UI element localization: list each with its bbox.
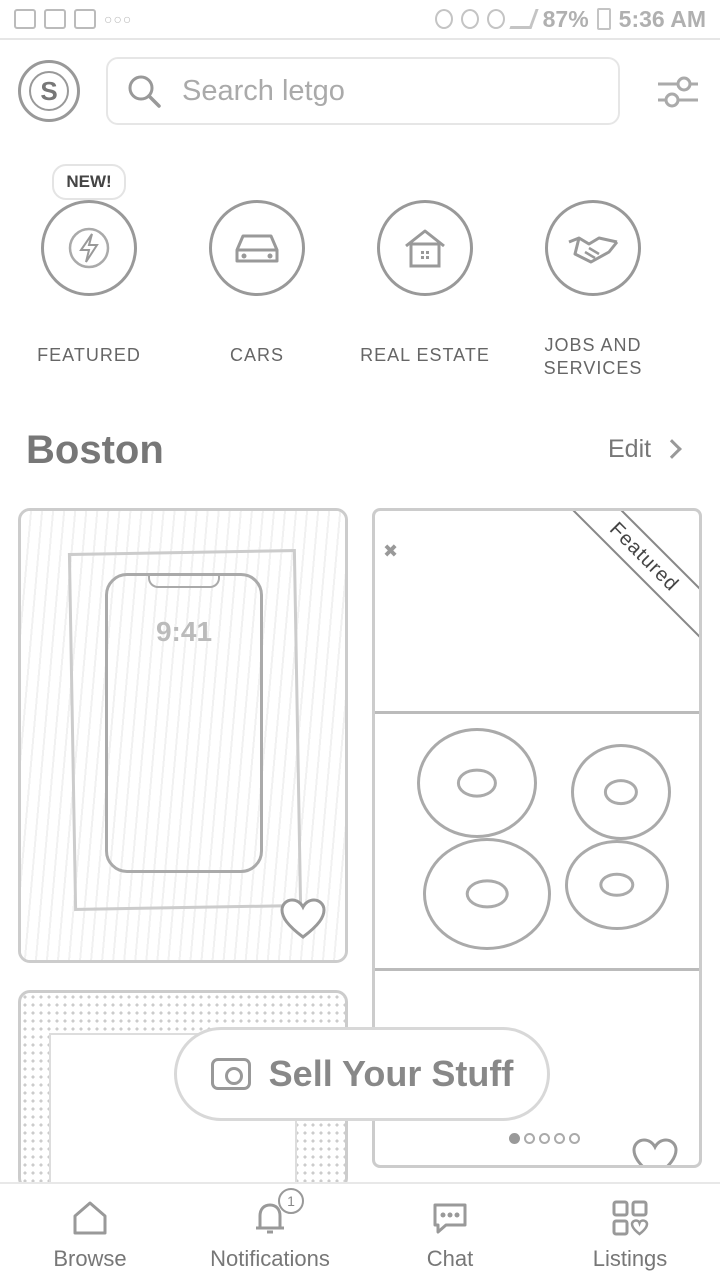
edit-location-button[interactable]: Edit — [608, 432, 682, 466]
search-bar[interactable] — [106, 57, 620, 125]
grid-heart-icon — [612, 1200, 649, 1236]
phone-illustration: 9:41 — [105, 573, 263, 873]
donut — [417, 728, 537, 838]
image-notification-icon — [14, 9, 36, 29]
chevron-right-icon — [662, 439, 682, 459]
handshake-icon — [545, 200, 641, 296]
category-featured[interactable]: NEW! FEATURED — [4, 164, 174, 367]
phone-notch — [148, 574, 220, 588]
avatar-letter: S — [29, 71, 69, 111]
favorite-heart-icon[interactable] — [279, 897, 327, 941]
lightning-icon — [41, 200, 137, 296]
category-label: JOBS AND SERVICES — [543, 335, 643, 378]
image-pager — [509, 1133, 580, 1144]
check-notification-icon — [44, 9, 66, 29]
house-icon — [377, 200, 473, 296]
category-label: CARS — [229, 345, 284, 365]
nav-chat[interactable]: Chat — [360, 1184, 540, 1280]
category-cars[interactable]: CARS — [172, 200, 342, 367]
bottom-navigation: Browse 1 Notifications Chat Listings — [0, 1182, 720, 1280]
listing-card[interactable]: 9:41 — [18, 508, 348, 963]
close-icon: ✖ — [383, 541, 399, 561]
search-icon — [128, 75, 161, 108]
donut — [565, 840, 669, 930]
notification-icons: ○○○ — [14, 9, 132, 29]
location-title: Boston — [26, 428, 164, 472]
nav-listings[interactable]: Listings — [540, 1184, 720, 1280]
battery-percent: 87% — [542, 5, 589, 32]
battery-icon — [596, 8, 611, 30]
category-jobs-services[interactable]: JOBS AND SERVICES — [508, 200, 678, 380]
camera-icon — [210, 1058, 251, 1090]
phone-clock: 9:41 — [155, 616, 213, 647]
status-bar: ○○○ 87% 5:36 AM — [0, 0, 720, 40]
system-icons: 87% 5:36 AM — [434, 5, 706, 33]
car-icon — [209, 200, 305, 296]
wifi-icon — [486, 9, 505, 29]
bell-icon: 1 — [250, 1188, 304, 1238]
filter-icon[interactable] — [656, 72, 700, 112]
chat-icon — [433, 1203, 467, 1234]
pager-dot — [524, 1133, 535, 1144]
listing-image — [375, 711, 699, 971]
pager-dot — [554, 1133, 565, 1144]
category-label: FEATURED — [37, 345, 141, 365]
category-row: NEW! FEATURED CARS REAL ESTATE JOBS AND … — [0, 164, 720, 400]
notification-count-badge: 1 — [278, 1188, 304, 1214]
favorite-heart-icon[interactable] — [631, 1137, 679, 1165]
pager-dot — [539, 1133, 550, 1144]
location-icon — [434, 9, 453, 29]
clock: 5:36 AM — [618, 5, 706, 32]
donut — [571, 744, 671, 840]
nav-label: Listings — [592, 1246, 668, 1271]
edit-label: Edit — [608, 434, 652, 463]
signal-icon — [508, 9, 539, 29]
sell-button-label: Sell Your Stuff — [268, 1053, 514, 1094]
pager-dot — [569, 1133, 580, 1144]
category-label: REAL ESTATE — [360, 345, 490, 365]
new-badge: NEW! — [52, 164, 126, 200]
sell-your-stuff-button[interactable]: Sell Your Stuff — [174, 1027, 550, 1121]
app-screen: ○○○ 87% 5:36 AM S NEW! — [0, 0, 720, 1280]
pager-dot — [509, 1133, 520, 1144]
category-real-estate[interactable]: REAL ESTATE — [340, 200, 510, 367]
profile-avatar[interactable]: S — [18, 60, 80, 122]
bluetooth-icon — [460, 9, 479, 29]
nav-browse[interactable]: Browse — [0, 1184, 180, 1280]
nav-notifications[interactable]: 1 Notifications — [180, 1184, 360, 1280]
nav-label: Browse — [53, 1246, 127, 1271]
search-input[interactable] — [182, 74, 562, 108]
featured-ribbon: Featured — [542, 511, 699, 659]
mail-notification-icon — [74, 9, 96, 29]
donut — [423, 838, 551, 950]
more-dots-icon: ○○○ — [104, 11, 133, 27]
nav-label: Chat — [426, 1246, 474, 1271]
nav-label: Notifications — [210, 1246, 330, 1271]
home-icon — [73, 1201, 107, 1235]
